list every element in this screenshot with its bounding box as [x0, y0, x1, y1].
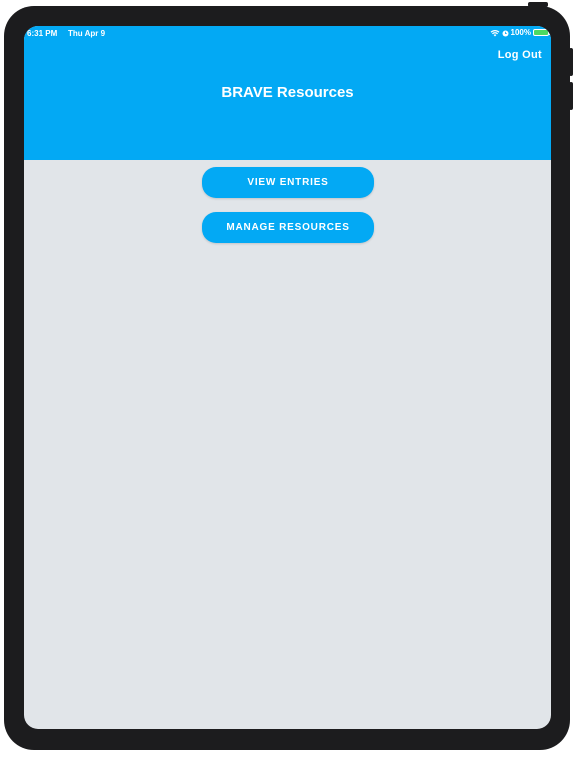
view-entries-button[interactable]: VIEW ENTRIES: [202, 167, 374, 198]
page-title: BRAVE Resources: [221, 84, 354, 101]
status-bar: 6:31 PM Thu Apr 9 100%: [24, 26, 551, 40]
alarm-icon: [502, 29, 509, 37]
battery-percent: 100%: [510, 28, 531, 37]
device-volume-down-button: [569, 82, 573, 110]
app-screen: 6:31 PM Thu Apr 9 100% Log Out BRAVE Res…: [24, 26, 551, 729]
status-indicators: 100%: [490, 28, 551, 37]
battery-charging-icon: [533, 29, 551, 36]
status-time: 6:31 PM: [27, 29, 58, 38]
logout-button[interactable]: Log Out: [498, 49, 542, 61]
device-top-button: [528, 2, 548, 7]
wifi-icon: [490, 29, 500, 37]
manage-resources-button[interactable]: MANAGE RESOURCES: [202, 212, 374, 243]
status-date: Thu Apr 9: [68, 29, 106, 38]
device-volume-up-button: [569, 48, 573, 76]
app-header: 6:31 PM Thu Apr 9 100% Log Out BRAVE Res…: [24, 26, 551, 160]
